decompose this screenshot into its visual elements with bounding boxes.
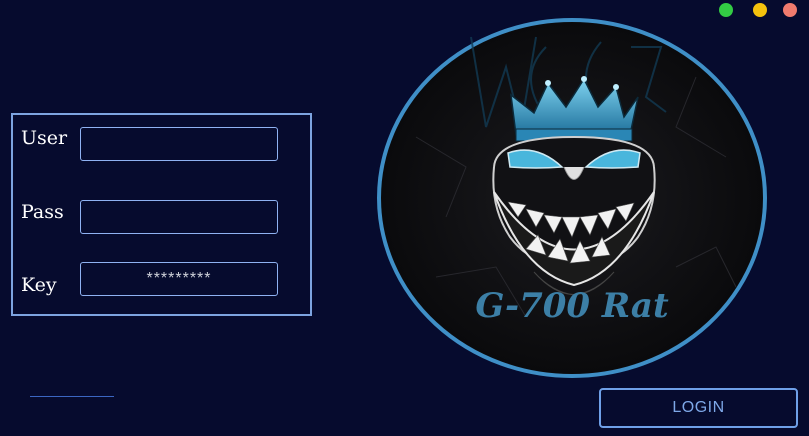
underline-link[interactable] [30, 396, 114, 397]
user-input[interactable] [80, 127, 278, 161]
pass-input[interactable] [80, 200, 278, 234]
logo-text: G-700 Rat [475, 286, 669, 326]
window-maximize-button[interactable] [719, 3, 733, 17]
user-label: User [21, 127, 68, 149]
key-input[interactable] [80, 262, 278, 296]
logo-circle: G-700 Rat [376, 17, 768, 379]
key-label: Key [21, 274, 57, 296]
window-close-button[interactable] [783, 3, 797, 17]
login-form: User Pass Key [11, 113, 312, 316]
skull-logo-icon: G-700 Rat [377, 18, 767, 378]
window-minimize-button[interactable] [753, 3, 767, 17]
login-button[interactable]: LOGIN [599, 388, 798, 428]
pass-label: Pass [21, 201, 64, 223]
